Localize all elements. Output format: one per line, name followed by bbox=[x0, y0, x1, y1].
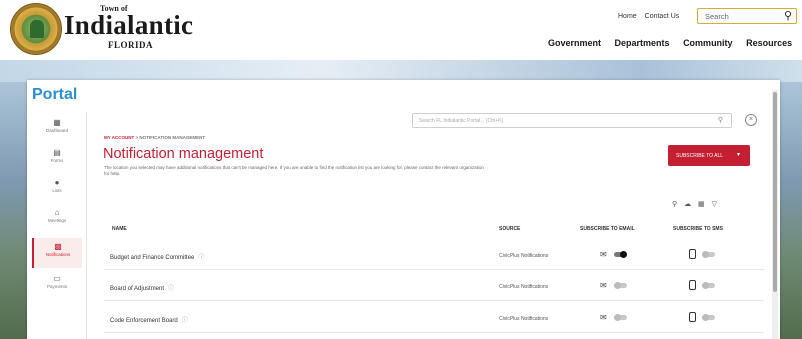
email-toggle[interactable] bbox=[614, 314, 627, 321]
search-icon[interactable]: ⚲ bbox=[718, 116, 723, 124]
table-row: Budget and Finance Committee ⓘ CivicPlus … bbox=[104, 240, 764, 270]
column-header-sms: SUBSCRIBE TO SMS bbox=[673, 226, 723, 232]
row-name: Budget and Finance Committee ⓘ bbox=[110, 255, 205, 261]
cloud-icon[interactable]: ☁ bbox=[684, 201, 691, 208]
sidebar-item-meetings[interactable]: ⌂ Meetings bbox=[32, 208, 82, 232]
envelope-icon: ✉ bbox=[600, 250, 607, 259]
email-toggle[interactable] bbox=[614, 251, 627, 258]
sidebar-item-payments[interactable]: ▭ Payments bbox=[32, 274, 82, 298]
phone-icon bbox=[689, 249, 696, 259]
page-scrollbar[interactable] bbox=[772, 90, 778, 339]
contact-us-link[interactable]: Contact Us bbox=[645, 13, 680, 20]
row-source: CivicPlus Notifications bbox=[499, 316, 549, 322]
email-toggle[interactable] bbox=[614, 282, 627, 289]
table-toolbar: ⚲ ☁ ▦ ▽ bbox=[672, 200, 717, 208]
notifications-icon: ▩ bbox=[54, 242, 62, 251]
phone-icon bbox=[689, 280, 696, 290]
nav-resources[interactable]: Resources bbox=[746, 38, 792, 48]
page-description: The location you selected may have addit… bbox=[104, 165, 484, 176]
portal-sidebar: ▦ Dashboard ▤ Forms ● Lists ⌂ Meetings ▩ Noti… bbox=[27, 112, 87, 339]
row-source: CivicPlus Notifications bbox=[499, 253, 549, 259]
info-icon[interactable]: ⓘ bbox=[168, 286, 174, 292]
portal-panel: Portal ▦ Dashboard ▤ Forms ● Lists ⌂ Meeting… bbox=[27, 80, 780, 339]
subscribe-all-button[interactable]: SUBSCRIBE TO ALL ▾ bbox=[668, 145, 750, 166]
phone-icon bbox=[689, 312, 696, 322]
dashboard-icon: ▦ bbox=[53, 118, 61, 127]
breadcrumb: MY ACCOUNT > NOTIFICATION MANAGEMENT bbox=[104, 135, 206, 140]
row-source: CivicPlus Notifications bbox=[499, 284, 549, 290]
column-header-name[interactable]: NAME bbox=[112, 226, 127, 232]
columns-icon[interactable]: ▦ bbox=[698, 201, 705, 208]
table-row: Board of Adjustment ⓘ CivicPlus Notificat… bbox=[104, 271, 764, 301]
lists-icon: ● bbox=[54, 178, 60, 187]
site-search[interactable]: Search ⚲ bbox=[697, 8, 797, 24]
table-row: Code Enforcement Board ⓘ CivicPlus Notifi… bbox=[104, 303, 764, 333]
meetings-icon: ⌂ bbox=[54, 208, 60, 217]
info-icon[interactable]: ⓘ bbox=[198, 255, 204, 261]
home-link[interactable]: Home bbox=[618, 13, 637, 20]
envelope-icon: ✉ bbox=[600, 313, 607, 322]
close-icon[interactable]: × bbox=[745, 114, 757, 126]
town-seal-logo[interactable] bbox=[10, 3, 62, 55]
row-name: Code Enforcement Board ⓘ bbox=[110, 318, 188, 324]
town-name[interactable]: Indialantic bbox=[64, 10, 193, 41]
scrollbar-thumb[interactable] bbox=[773, 92, 777, 292]
envelope-icon: ✉ bbox=[600, 281, 607, 290]
row-name: Board of Adjustment ⓘ bbox=[110, 286, 175, 292]
sidebar-item-dashboard[interactable]: ▦ Dashboard bbox=[32, 118, 82, 142]
filter-icon[interactable]: ▽ bbox=[712, 201, 717, 208]
nav-departments[interactable]: Departments bbox=[615, 38, 670, 48]
sidebar-item-lists[interactable]: ● Lists bbox=[32, 178, 82, 202]
state-label: FLORIDA bbox=[108, 40, 154, 50]
chevron-down-icon: ▾ bbox=[736, 152, 740, 158]
sidebar-item-notifications[interactable]: ▩ Notifications bbox=[32, 238, 82, 268]
breadcrumb-my-account[interactable]: MY ACCOUNT bbox=[104, 135, 134, 140]
sms-toggle[interactable] bbox=[702, 251, 715, 258]
forms-icon: ▤ bbox=[53, 148, 61, 157]
search-icon[interactable]: ⚲ bbox=[784, 9, 792, 22]
site-search-input[interactable]: Search bbox=[705, 12, 729, 21]
utility-links: Home Contact Us bbox=[618, 13, 685, 20]
site-header: Town of Indialantic FLORIDA Home Contact… bbox=[0, 0, 802, 60]
main-nav: Government Departments Community Resourc… bbox=[548, 38, 802, 48]
breadcrumb-current: NOTIFICATION MANAGEMENT bbox=[139, 135, 206, 140]
portal-search[interactable]: Search FL Indialantic Portal... (Ctrl+K)… bbox=[412, 113, 732, 128]
sms-toggle[interactable] bbox=[702, 282, 715, 289]
column-header-email: SUBSCRIBE TO EMAIL bbox=[580, 226, 635, 232]
search-icon[interactable]: ⚲ bbox=[672, 201, 677, 208]
info-icon[interactable]: ⓘ bbox=[182, 318, 188, 324]
nav-community[interactable]: Community bbox=[683, 38, 733, 48]
payments-icon: ▭ bbox=[53, 274, 61, 283]
page-title: Notification management bbox=[103, 146, 264, 162]
column-header-source[interactable]: SOURCE bbox=[499, 226, 520, 232]
portal-search-input[interactable]: Search FL Indialantic Portal... (Ctrl+K) bbox=[419, 118, 503, 124]
nav-government[interactable]: Government bbox=[548, 38, 601, 48]
sms-toggle[interactable] bbox=[702, 314, 715, 321]
sidebar-item-forms[interactable]: ▤ Forms bbox=[32, 148, 82, 172]
portal-title: Portal bbox=[32, 86, 78, 103]
